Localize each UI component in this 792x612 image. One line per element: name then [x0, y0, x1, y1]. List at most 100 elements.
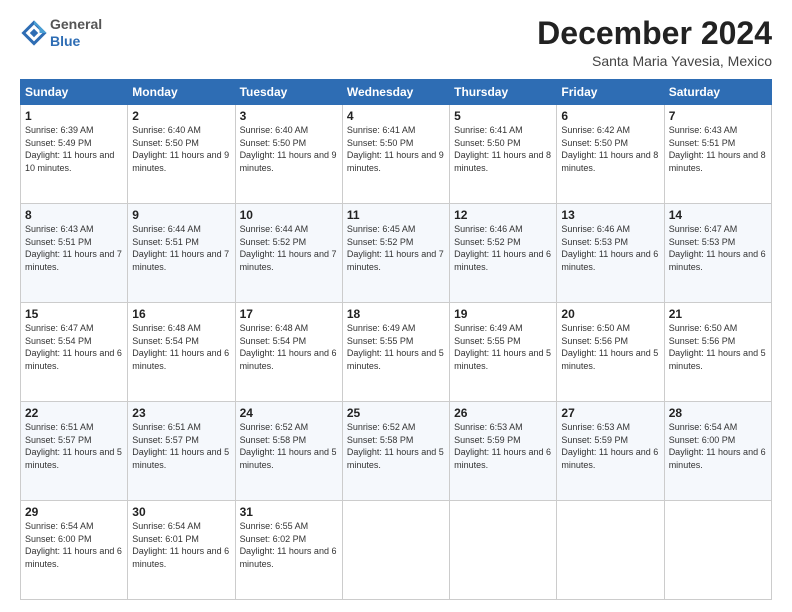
- day-number: 26: [454, 406, 552, 420]
- logo-icon: [20, 19, 48, 47]
- header: General Blue December 2024 Santa Maria Y…: [20, 16, 772, 69]
- col-friday: Friday: [557, 80, 664, 105]
- calendar-cell: 15Sunrise: 6:47 AMSunset: 5:54 PMDayligh…: [21, 303, 128, 402]
- calendar-cell: 1Sunrise: 6:39 AMSunset: 5:49 PMDaylight…: [21, 105, 128, 204]
- calendar-cell: 27Sunrise: 6:53 AMSunset: 5:59 PMDayligh…: [557, 402, 664, 501]
- day-number: 31: [240, 505, 338, 519]
- day-info: Sunrise: 6:53 AMSunset: 5:59 PMDaylight:…: [561, 421, 659, 471]
- calendar-cell: 11Sunrise: 6:45 AMSunset: 5:52 PMDayligh…: [342, 204, 449, 303]
- day-info: Sunrise: 6:43 AMSunset: 5:51 PMDaylight:…: [25, 223, 123, 273]
- day-info: Sunrise: 6:55 AMSunset: 6:02 PMDaylight:…: [240, 520, 338, 570]
- calendar-cell: 18Sunrise: 6:49 AMSunset: 5:55 PMDayligh…: [342, 303, 449, 402]
- day-number: 15: [25, 307, 123, 321]
- calendar-cell: 22Sunrise: 6:51 AMSunset: 5:57 PMDayligh…: [21, 402, 128, 501]
- day-number: 23: [132, 406, 230, 420]
- calendar-cell: 14Sunrise: 6:47 AMSunset: 5:53 PMDayligh…: [664, 204, 771, 303]
- day-number: 2: [132, 109, 230, 123]
- day-number: 21: [669, 307, 767, 321]
- day-number: 18: [347, 307, 445, 321]
- calendar-week-1: 1Sunrise: 6:39 AMSunset: 5:49 PMDaylight…: [21, 105, 772, 204]
- day-info: Sunrise: 6:49 AMSunset: 5:55 PMDaylight:…: [347, 322, 445, 372]
- calendar-cell: [557, 501, 664, 600]
- calendar-cell: [664, 501, 771, 600]
- day-info: Sunrise: 6:47 AMSunset: 5:53 PMDaylight:…: [669, 223, 767, 273]
- day-number: 29: [25, 505, 123, 519]
- calendar-page: General Blue December 2024 Santa Maria Y…: [0, 0, 792, 612]
- day-info: Sunrise: 6:41 AMSunset: 5:50 PMDaylight:…: [347, 124, 445, 174]
- calendar-cell: 21Sunrise: 6:50 AMSunset: 5:56 PMDayligh…: [664, 303, 771, 402]
- calendar-cell: 3Sunrise: 6:40 AMSunset: 5:50 PMDaylight…: [235, 105, 342, 204]
- day-info: Sunrise: 6:50 AMSunset: 5:56 PMDaylight:…: [561, 322, 659, 372]
- calendar-cell: 29Sunrise: 6:54 AMSunset: 6:00 PMDayligh…: [21, 501, 128, 600]
- day-info: Sunrise: 6:48 AMSunset: 5:54 PMDaylight:…: [132, 322, 230, 372]
- day-number: 17: [240, 307, 338, 321]
- day-number: 6: [561, 109, 659, 123]
- calendar-cell: [450, 501, 557, 600]
- calendar-cell: 6Sunrise: 6:42 AMSunset: 5:50 PMDaylight…: [557, 105, 664, 204]
- day-number: 13: [561, 208, 659, 222]
- calendar-cell: 23Sunrise: 6:51 AMSunset: 5:57 PMDayligh…: [128, 402, 235, 501]
- day-info: Sunrise: 6:43 AMSunset: 5:51 PMDaylight:…: [669, 124, 767, 174]
- calendar-cell: 19Sunrise: 6:49 AMSunset: 5:55 PMDayligh…: [450, 303, 557, 402]
- calendar-cell: 25Sunrise: 6:52 AMSunset: 5:58 PMDayligh…: [342, 402, 449, 501]
- calendar-header-row: Sunday Monday Tuesday Wednesday Thursday…: [21, 80, 772, 105]
- calendar-cell: 30Sunrise: 6:54 AMSunset: 6:01 PMDayligh…: [128, 501, 235, 600]
- logo-text-block: General Blue: [50, 16, 102, 50]
- day-info: Sunrise: 6:40 AMSunset: 5:50 PMDaylight:…: [132, 124, 230, 174]
- logo-general: General: [50, 16, 102, 32]
- day-number: 1: [25, 109, 123, 123]
- day-number: 30: [132, 505, 230, 519]
- calendar-cell: 17Sunrise: 6:48 AMSunset: 5:54 PMDayligh…: [235, 303, 342, 402]
- calendar-cell: 5Sunrise: 6:41 AMSunset: 5:50 PMDaylight…: [450, 105, 557, 204]
- calendar-cell: [342, 501, 449, 600]
- title-area: December 2024 Santa Maria Yavesia, Mexic…: [537, 16, 772, 69]
- day-info: Sunrise: 6:45 AMSunset: 5:52 PMDaylight:…: [347, 223, 445, 273]
- calendar-table: Sunday Monday Tuesday Wednesday Thursday…: [20, 79, 772, 600]
- day-info: Sunrise: 6:54 AMSunset: 6:00 PMDaylight:…: [669, 421, 767, 471]
- day-info: Sunrise: 6:47 AMSunset: 5:54 PMDaylight:…: [25, 322, 123, 372]
- day-number: 27: [561, 406, 659, 420]
- calendar-cell: 2Sunrise: 6:40 AMSunset: 5:50 PMDaylight…: [128, 105, 235, 204]
- calendar-week-3: 15Sunrise: 6:47 AMSunset: 5:54 PMDayligh…: [21, 303, 772, 402]
- location: Santa Maria Yavesia, Mexico: [537, 53, 772, 69]
- calendar-cell: 9Sunrise: 6:44 AMSunset: 5:51 PMDaylight…: [128, 204, 235, 303]
- day-info: Sunrise: 6:51 AMSunset: 5:57 PMDaylight:…: [25, 421, 123, 471]
- day-info: Sunrise: 6:46 AMSunset: 5:53 PMDaylight:…: [561, 223, 659, 273]
- day-info: Sunrise: 6:53 AMSunset: 5:59 PMDaylight:…: [454, 421, 552, 471]
- calendar-cell: 12Sunrise: 6:46 AMSunset: 5:52 PMDayligh…: [450, 204, 557, 303]
- calendar-week-5: 29Sunrise: 6:54 AMSunset: 6:00 PMDayligh…: [21, 501, 772, 600]
- day-number: 28: [669, 406, 767, 420]
- col-saturday: Saturday: [664, 80, 771, 105]
- day-info: Sunrise: 6:50 AMSunset: 5:56 PMDaylight:…: [669, 322, 767, 372]
- calendar-week-4: 22Sunrise: 6:51 AMSunset: 5:57 PMDayligh…: [21, 402, 772, 501]
- col-sunday: Sunday: [21, 80, 128, 105]
- day-number: 25: [347, 406, 445, 420]
- col-monday: Monday: [128, 80, 235, 105]
- calendar-cell: 10Sunrise: 6:44 AMSunset: 5:52 PMDayligh…: [235, 204, 342, 303]
- day-number: 8: [25, 208, 123, 222]
- day-number: 24: [240, 406, 338, 420]
- day-number: 22: [25, 406, 123, 420]
- day-number: 3: [240, 109, 338, 123]
- col-wednesday: Wednesday: [342, 80, 449, 105]
- day-info: Sunrise: 6:51 AMSunset: 5:57 PMDaylight:…: [132, 421, 230, 471]
- day-info: Sunrise: 6:52 AMSunset: 5:58 PMDaylight:…: [240, 421, 338, 471]
- day-number: 7: [669, 109, 767, 123]
- calendar-cell: 4Sunrise: 6:41 AMSunset: 5:50 PMDaylight…: [342, 105, 449, 204]
- calendar-cell: 16Sunrise: 6:48 AMSunset: 5:54 PMDayligh…: [128, 303, 235, 402]
- day-number: 9: [132, 208, 230, 222]
- logo-blue: Blue: [50, 33, 80, 49]
- day-info: Sunrise: 6:52 AMSunset: 5:58 PMDaylight:…: [347, 421, 445, 471]
- day-number: 19: [454, 307, 552, 321]
- day-info: Sunrise: 6:49 AMSunset: 5:55 PMDaylight:…: [454, 322, 552, 372]
- day-number: 16: [132, 307, 230, 321]
- calendar-cell: 24Sunrise: 6:52 AMSunset: 5:58 PMDayligh…: [235, 402, 342, 501]
- day-info: Sunrise: 6:44 AMSunset: 5:51 PMDaylight:…: [132, 223, 230, 273]
- day-number: 11: [347, 208, 445, 222]
- calendar-cell: 31Sunrise: 6:55 AMSunset: 6:02 PMDayligh…: [235, 501, 342, 600]
- calendar-cell: 26Sunrise: 6:53 AMSunset: 5:59 PMDayligh…: [450, 402, 557, 501]
- day-info: Sunrise: 6:44 AMSunset: 5:52 PMDaylight:…: [240, 223, 338, 273]
- day-number: 4: [347, 109, 445, 123]
- day-info: Sunrise: 6:39 AMSunset: 5:49 PMDaylight:…: [25, 124, 123, 174]
- day-info: Sunrise: 6:54 AMSunset: 6:01 PMDaylight:…: [132, 520, 230, 570]
